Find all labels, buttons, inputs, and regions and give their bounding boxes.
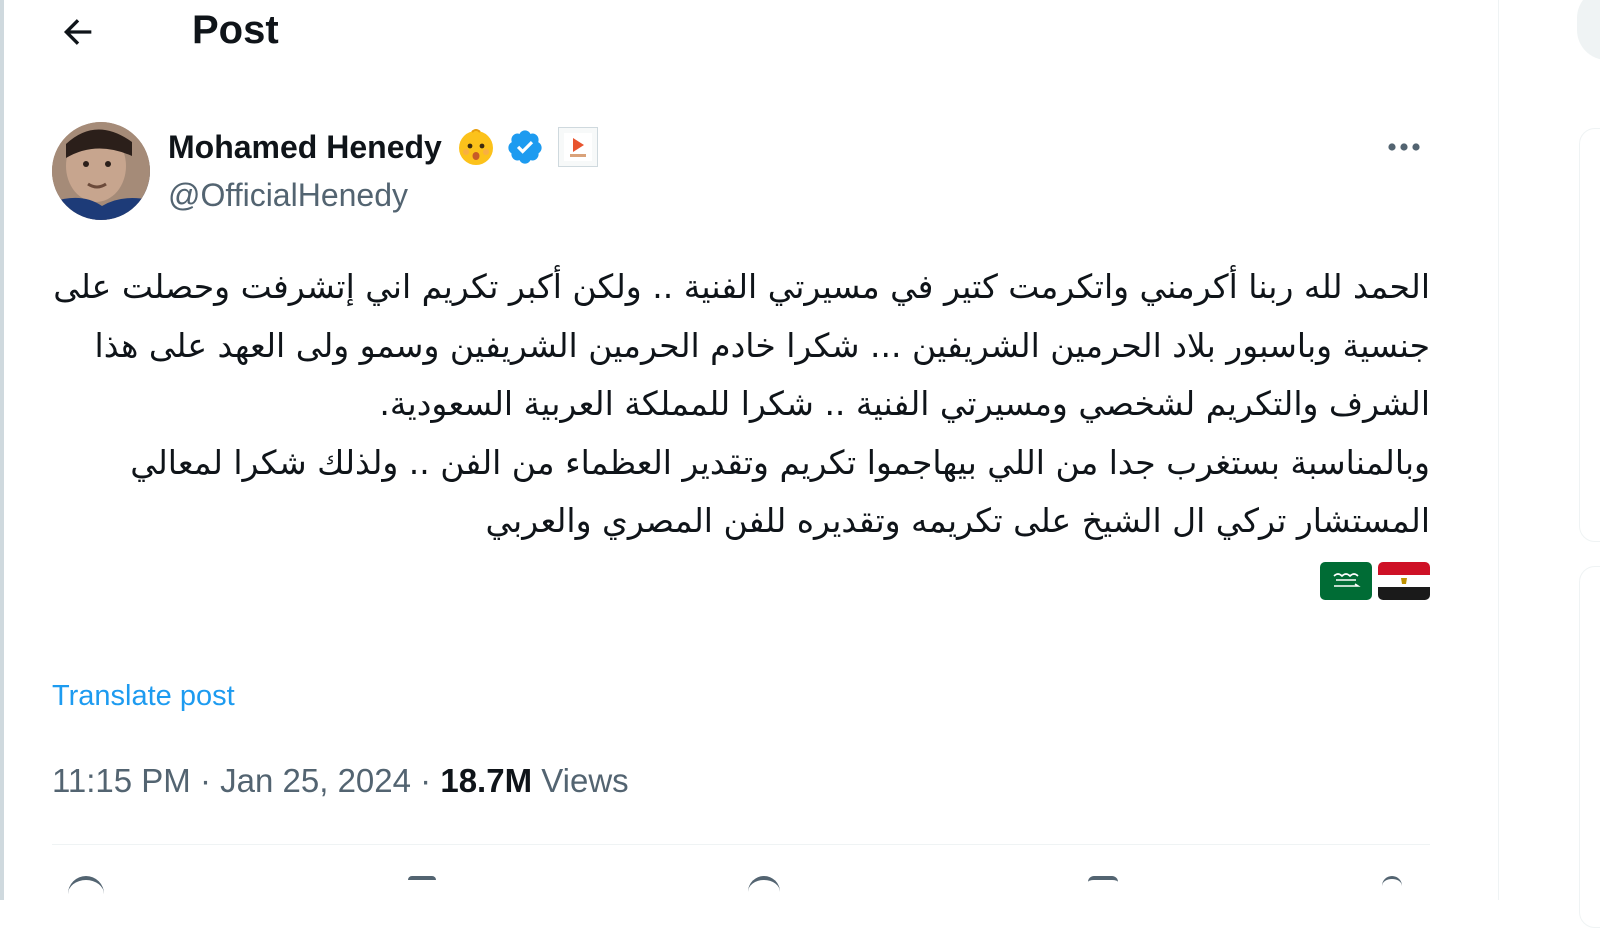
sidebar-card — [1579, 128, 1600, 542]
verified-badge-icon — [508, 130, 542, 164]
search-input[interactable] — [1577, 0, 1600, 60]
post-header: Post — [12, 0, 1498, 62]
views-count: 18.7M — [440, 762, 533, 799]
affiliate-badge[interactable] — [557, 127, 598, 167]
back-button[interactable] — [52, 6, 104, 58]
left-rail-edge — [0, 0, 4, 900]
post-detail-column: Post Mohamed Henedy @OfficialHenedy الحم… — [12, 0, 1499, 900]
saudi-arabia-flag-icon — [1320, 561, 1372, 600]
affiliate-logo-icon — [563, 133, 592, 161]
avatar[interactable] — [52, 122, 150, 220]
page-title: Post — [192, 8, 279, 52]
translate-post-link[interactable]: Translate post — [52, 676, 235, 716]
right-sidebar — [1499, 0, 1600, 928]
avatar-image — [52, 122, 150, 220]
post-paragraph-2: وبالمناسبة بستغرب جدا من اللي بيهاجموا ت… — [130, 442, 1430, 541]
more-horizontal-icon — [1388, 143, 1420, 151]
more-options-button[interactable] — [1376, 124, 1432, 170]
author-name-row: Mohamed Henedy — [168, 122, 598, 172]
author-name[interactable]: Mohamed Henedy — [168, 129, 442, 166]
baby-face-emoji-icon — [458, 129, 493, 165]
action-bar — [52, 876, 1430, 900]
egypt-flag-icon — [1378, 561, 1430, 600]
meta-separator: · — [420, 762, 432, 799]
views-label: Views — [541, 762, 629, 799]
flag-emojis — [52, 561, 1430, 601]
meta-separator: · — [199, 762, 211, 799]
sidebar-card — [1579, 566, 1600, 928]
post-time[interactable]: 11:15 PM — [52, 762, 191, 799]
post-paragraph-1: الحمد لله ربنا أكرمني واتكرمت كتير في مس… — [53, 267, 1430, 423]
post-meta: 11:15 PM · Jan 25, 2024 · 18.7M Views — [52, 758, 629, 804]
divider — [52, 844, 1430, 845]
arrow-left-icon — [63, 19, 92, 45]
share-icon[interactable] — [1382, 876, 1402, 903]
post-text: الحمد لله ربنا أكرمني واتكرمت كتير في مس… — [52, 258, 1430, 601]
post-date[interactable]: Jan 25, 2024 — [220, 762, 411, 799]
author-handle[interactable]: @OfficialHenedy — [168, 172, 408, 218]
